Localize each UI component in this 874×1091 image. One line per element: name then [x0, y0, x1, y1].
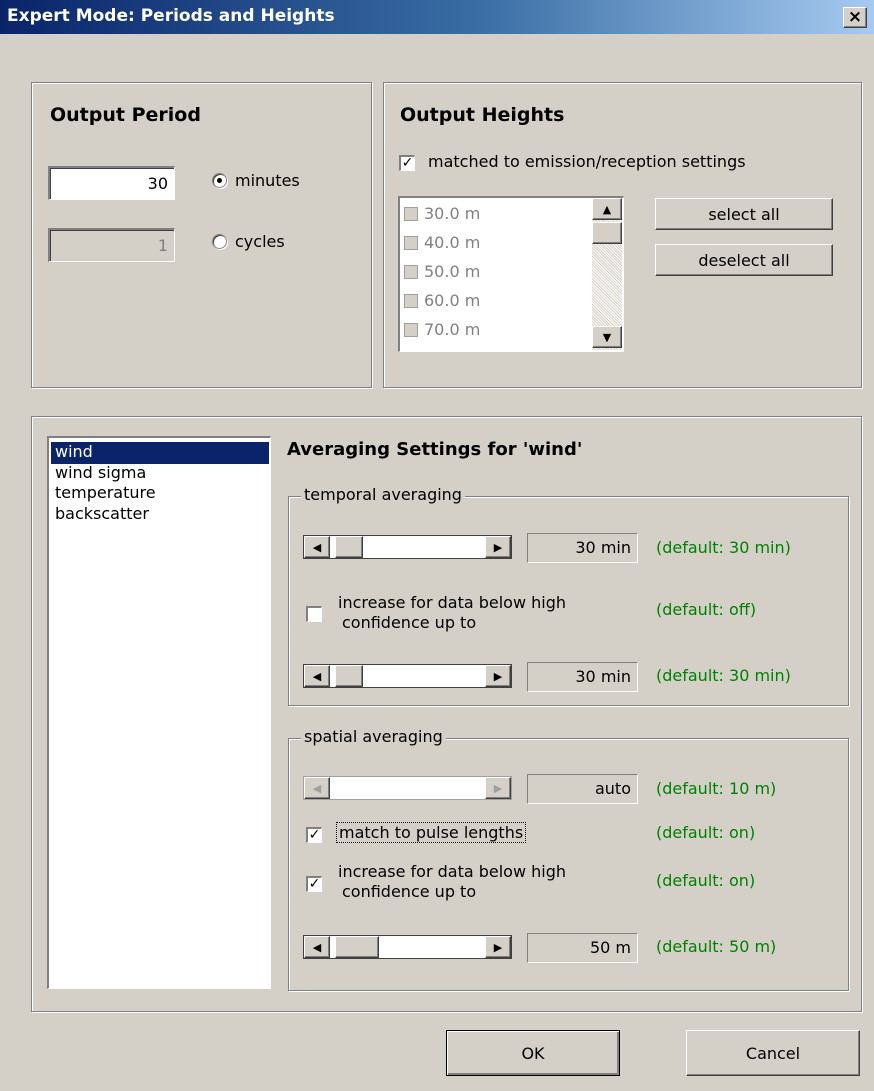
height-checkbox[interactable]: [404, 207, 418, 221]
output-period-cycles-input: [48, 228, 175, 262]
arrow-left-icon: ◀: [312, 540, 322, 554]
check-icon: ✓: [308, 876, 321, 892]
variable-item-wind[interactable]: wind: [51, 442, 269, 464]
close-icon: ×: [847, 7, 863, 27]
spatial-increase-checkbox[interactable]: ✓: [306, 876, 322, 892]
temporal-value-display: 30 min: [527, 533, 638, 563]
check-icon: ✓: [401, 155, 414, 171]
variable-item-temperature[interactable]: temperature: [51, 483, 269, 505]
scroll-up-button[interactable]: ▲: [592, 198, 622, 220]
slider-right-button: ▶: [485, 777, 511, 799]
height-checkbox[interactable]: [404, 323, 418, 337]
output-period-minutes-input[interactable]: [48, 166, 175, 200]
height-checkbox[interactable]: [404, 236, 418, 250]
slider-thumb[interactable]: [335, 936, 379, 958]
slider-right-button[interactable]: ▶: [485, 665, 511, 687]
matched-settings-label: matched to emission/reception settings: [428, 152, 746, 171]
temporal-max-slider[interactable]: ◀ ▶: [303, 664, 512, 688]
temporal-slider[interactable]: ◀ ▶: [303, 535, 512, 559]
spatial-max-slider[interactable]: ◀ ▶: [303, 935, 512, 959]
temporal-increase-label: increase for data below high confidence …: [338, 593, 566, 633]
spatial-max-default-label: (default: 50 m): [656, 937, 777, 956]
output-heights-title: Output Heights: [400, 104, 565, 126]
averaging-settings-title: Averaging Settings for 'wind': [287, 439, 583, 460]
spatial-averaging-legend: spatial averaging: [301, 727, 446, 746]
slider-thumb[interactable]: [335, 665, 363, 687]
arrow-right-icon: ▶: [493, 669, 503, 683]
close-button[interactable]: ×: [843, 7, 867, 28]
cycles-radio[interactable]: [212, 234, 227, 249]
variables-listbox[interactable]: wind wind sigma temperature backscatter: [47, 436, 271, 989]
arrow-right-icon: ▶: [493, 540, 503, 554]
scroll-down-button[interactable]: ▼: [592, 326, 622, 348]
temporal-increase-default: (default: off): [656, 600, 757, 619]
slider-left-button[interactable]: ◀: [304, 536, 330, 558]
arrow-down-icon: ▼: [602, 330, 612, 344]
select-all-button[interactable]: select all: [655, 198, 833, 230]
spatial-default-label: (default: 10 m): [656, 779, 777, 798]
spatial-slider: ◀ ▶: [303, 776, 512, 800]
match-pulse-checkbox[interactable]: ✓: [306, 827, 322, 843]
cancel-button[interactable]: Cancel: [686, 1030, 860, 1076]
spatial-max-value-display: 50 m: [527, 933, 638, 963]
spatial-value-display: auto: [527, 774, 638, 804]
cycles-radio-label: cycles: [235, 232, 285, 251]
window-title: Expert Mode: Periods and Heights: [7, 6, 335, 26]
arrow-right-icon: ▶: [493, 781, 503, 795]
match-pulse-default: (default: on): [656, 823, 756, 842]
slider-thumb[interactable]: [335, 536, 363, 558]
temporal-max-value-display: 30 min: [527, 662, 638, 692]
minutes-radio-label: minutes: [235, 171, 300, 190]
arrow-left-icon: ◀: [312, 940, 322, 954]
scroll-thumb[interactable]: [592, 222, 622, 244]
temporal-increase-label-line2: confidence up to: [342, 613, 477, 632]
deselect-all-button[interactable]: deselect all: [655, 244, 833, 276]
arrow-up-icon: ▲: [602, 202, 612, 216]
height-checkbox[interactable]: [404, 265, 418, 279]
temporal-increase-label-line1: increase for data below high: [338, 593, 567, 612]
temporal-default-label: (default: 30 min): [656, 538, 791, 557]
slider-left-button: ◀: [304, 777, 330, 799]
output-period-title: Output Period: [50, 104, 201, 126]
slider-left-button[interactable]: ◀: [304, 665, 330, 687]
check-icon: ✓: [308, 827, 321, 843]
spatial-increase-label-line1: increase for data below high: [338, 862, 567, 881]
heights-listbox[interactable]: 30.0 m 40.0 m 50.0 m 60.0 m 70.0 m ▲ ▼: [398, 196, 624, 352]
slider-right-button[interactable]: ▶: [485, 936, 511, 958]
arrow-right-icon: ▶: [493, 940, 503, 954]
variable-item-backscatter[interactable]: backscatter: [51, 504, 269, 526]
arrow-left-icon: ◀: [312, 669, 322, 683]
temporal-averaging-legend: temporal averaging: [301, 485, 465, 504]
ok-button[interactable]: OK: [446, 1030, 620, 1076]
matched-settings-checkbox[interactable]: ✓: [399, 155, 415, 171]
spatial-increase-label: increase for data below high confidence …: [338, 862, 566, 902]
variable-item-wind-sigma[interactable]: wind sigma: [51, 463, 269, 485]
slider-left-button[interactable]: ◀: [304, 936, 330, 958]
height-checkbox[interactable]: [404, 294, 418, 308]
spatial-increase-label-line2: confidence up to: [342, 882, 477, 901]
temporal-increase-checkbox[interactable]: [306, 606, 322, 622]
minutes-radio[interactable]: [212, 173, 227, 188]
temporal-max-default-label: (default: 30 min): [656, 666, 791, 685]
spatial-increase-default: (default: on): [656, 871, 756, 890]
slider-right-button[interactable]: ▶: [485, 536, 511, 558]
arrow-left-icon: ◀: [312, 781, 322, 795]
match-pulse-label: match to pulse lengths: [335, 822, 527, 843]
